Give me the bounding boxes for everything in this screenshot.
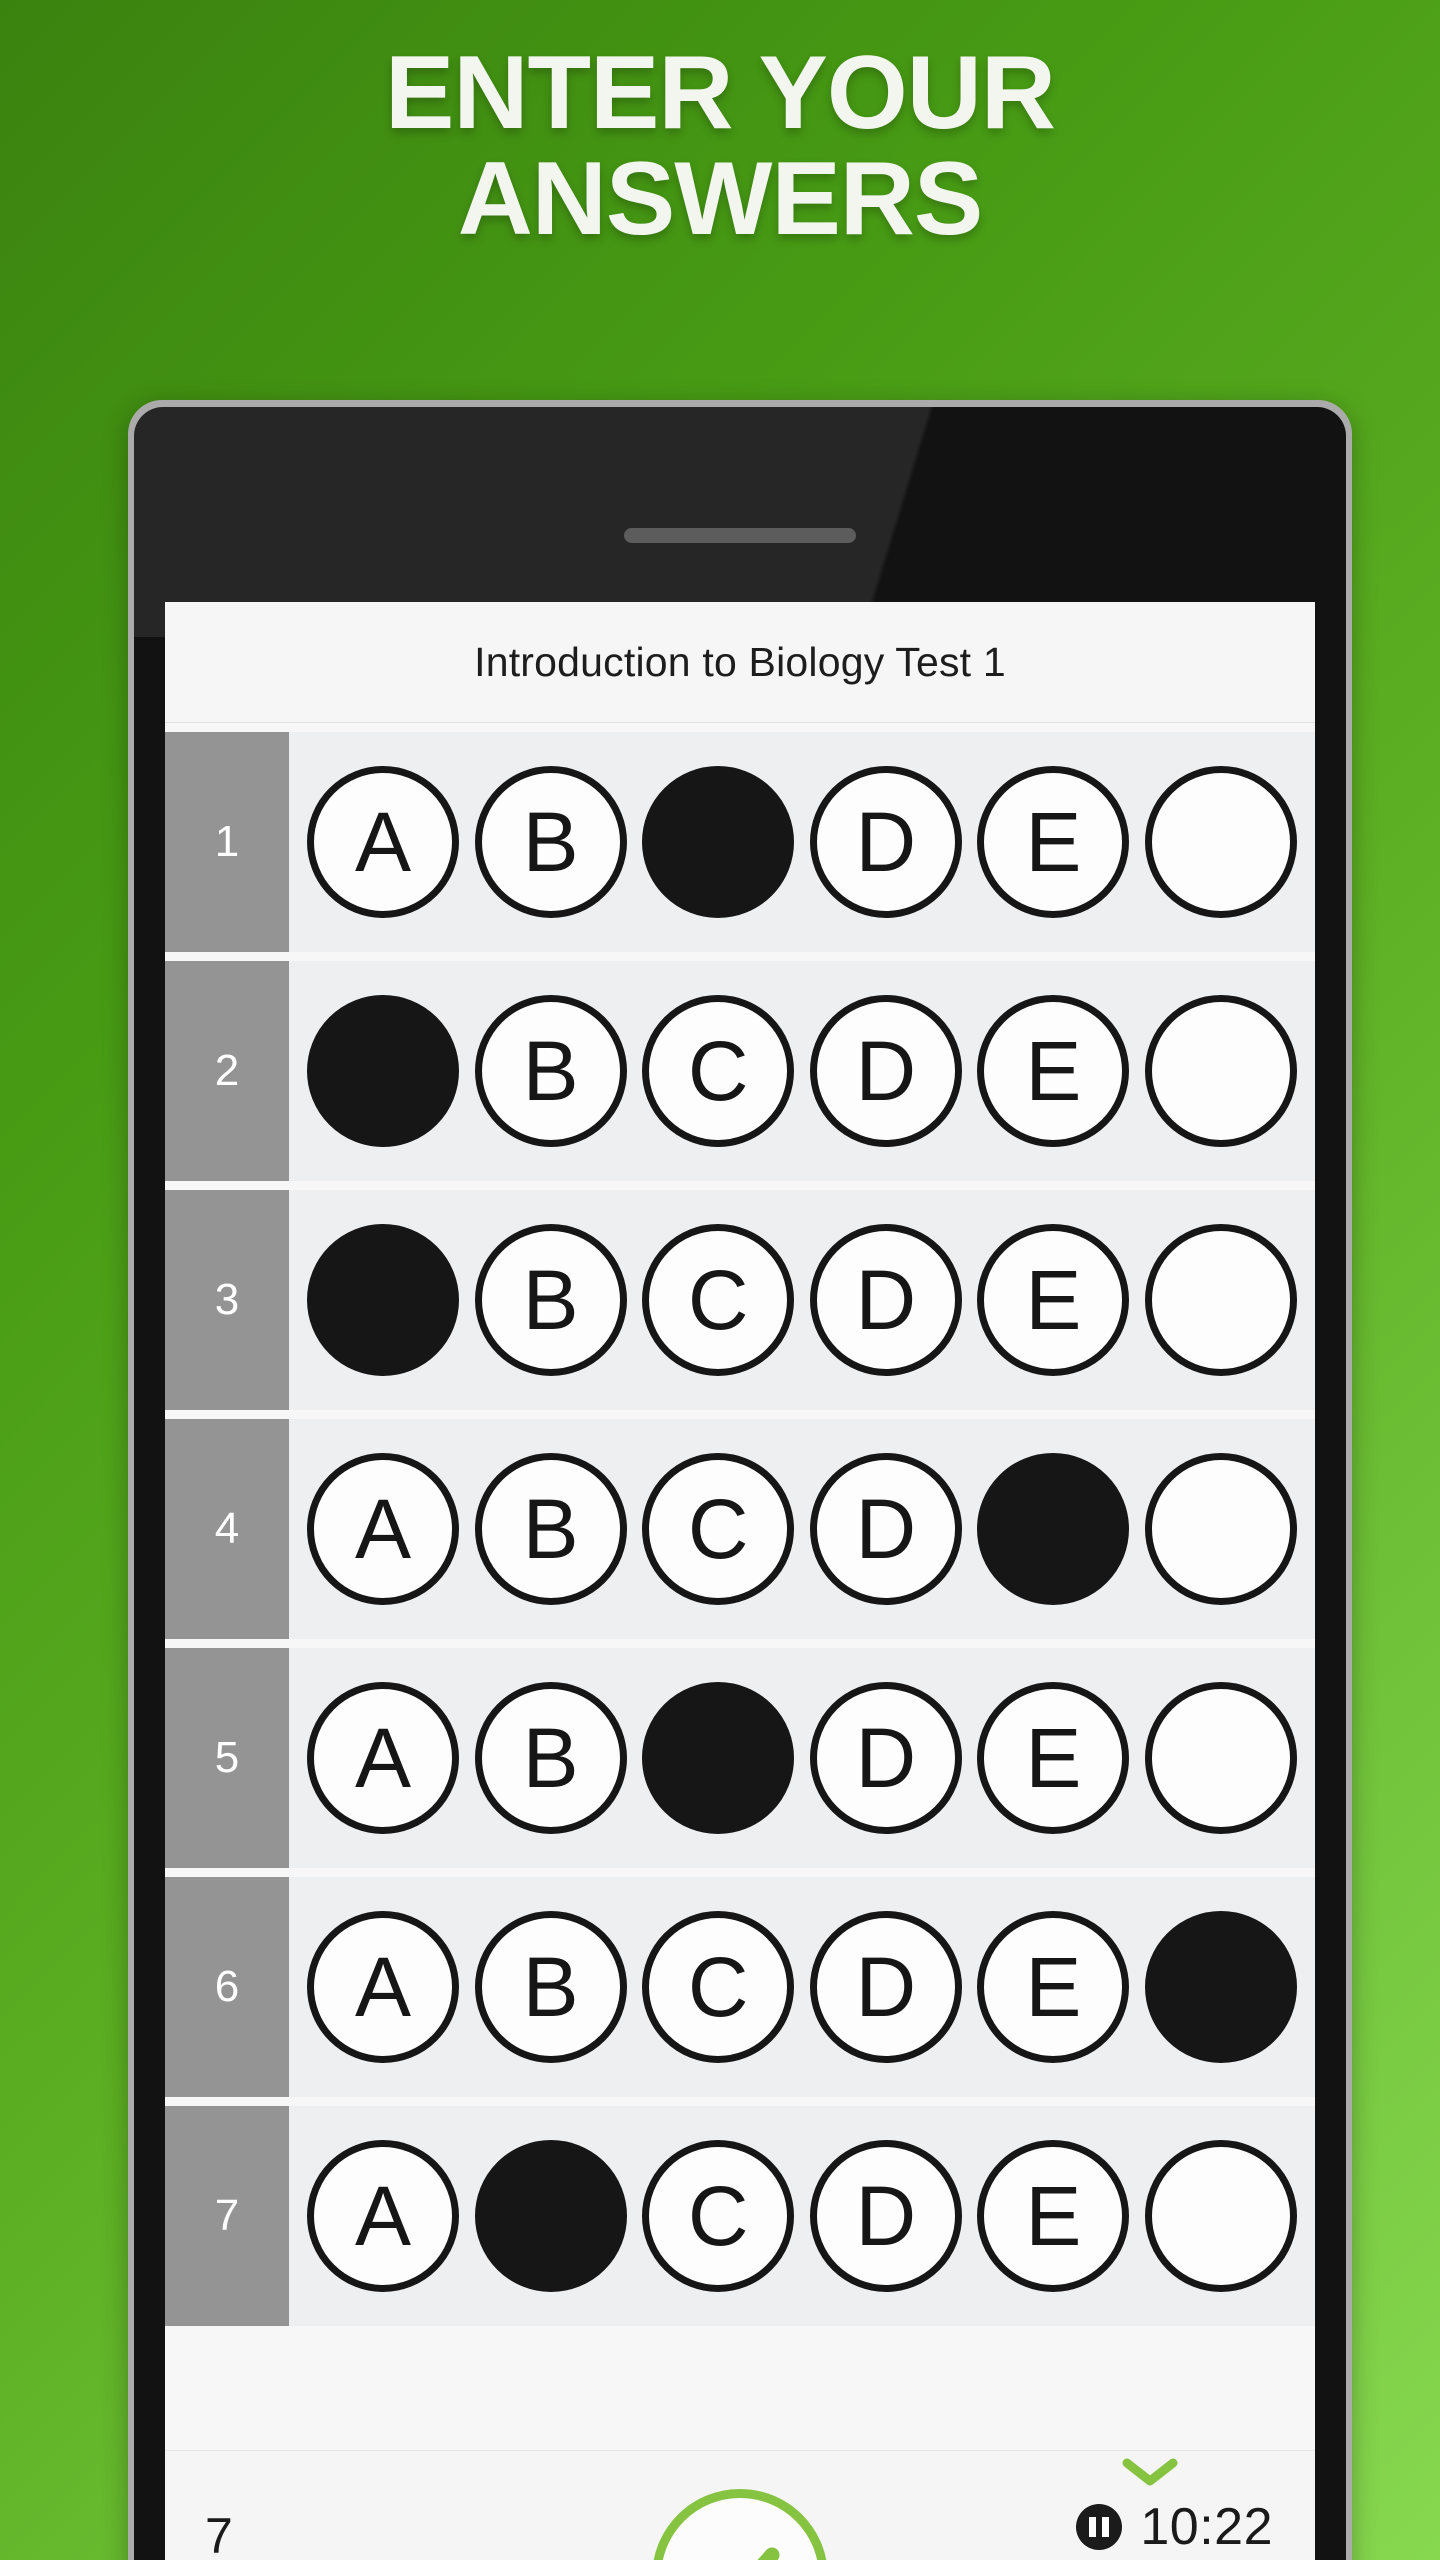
answer-bubble-B[interactable]: B: [474, 995, 627, 1147]
row-number: 3: [165, 1190, 289, 1410]
answer-choices: ABCDE: [289, 1190, 1315, 1410]
answer-bubble-A[interactable]: A: [307, 1682, 459, 1834]
answer-bubble-E[interactable]: E: [977, 1911, 1130, 2063]
submit-button[interactable]: [652, 2489, 828, 2560]
answer-bubble-C[interactable]: C: [642, 995, 795, 1147]
chevron-down-icon[interactable]: [1121, 2457, 1179, 2487]
answer-row: 4ABCDE: [165, 1419, 1315, 1639]
row-number: 2: [165, 961, 289, 1181]
answer-bubble-B[interactable]: B: [474, 1682, 627, 1834]
row-number: 1: [165, 732, 289, 952]
page-title: ENTER YOUR ANSWERS: [0, 40, 1440, 252]
answer-choices: ABCDE: [289, 2106, 1315, 2326]
app-bar: Introduction to Biology Test 1: [165, 602, 1315, 723]
answer-bubble-D[interactable]: D: [809, 2140, 962, 2292]
answer-bubble-blank[interactable]: [1144, 1224, 1297, 1376]
answer-bubble-D[interactable]: D: [809, 1911, 962, 2063]
phone-mockup: Introduction to Biology Test 1 1ABCDE2AB…: [128, 400, 1352, 2560]
answer-row: 1ABCDE: [165, 732, 1315, 952]
answer-bubble-D[interactable]: D: [809, 1682, 962, 1834]
answer-bubble-A[interactable]: A: [307, 1453, 459, 1605]
answer-choices: ABCDE: [289, 732, 1315, 952]
answer-bubble-A[interactable]: A: [307, 1224, 459, 1376]
answer-bubble-C[interactable]: C: [642, 1911, 795, 2063]
answer-bubble-D[interactable]: D: [809, 1453, 962, 1605]
answer-bubble-blank[interactable]: [1144, 1453, 1297, 1605]
answer-bubble-C[interactable]: C: [642, 2140, 795, 2292]
answer-bubble-B[interactable]: B: [474, 1224, 627, 1376]
answer-choices: ABCDE: [289, 961, 1315, 1181]
answer-bubble-E[interactable]: E: [977, 2140, 1130, 2292]
earpiece-speaker-icon: [624, 528, 856, 543]
answer-bubble-E[interactable]: E: [977, 1453, 1130, 1605]
timer-group[interactable]: 10:22: [1076, 2497, 1273, 2557]
answer-bubble-A[interactable]: A: [307, 2140, 459, 2292]
pause-icon[interactable]: [1076, 2504, 1123, 2550]
answer-bubble-D[interactable]: D: [809, 995, 962, 1147]
row-number: 4: [165, 1419, 289, 1639]
answer-choices: ABCDE: [289, 1648, 1315, 1868]
answer-row: 7ABCDE: [165, 2106, 1315, 2326]
answer-bubble-C[interactable]: C: [642, 766, 795, 918]
answer-bubble-B[interactable]: B: [474, 2140, 627, 2292]
answer-bubble-D[interactable]: D: [809, 1224, 962, 1376]
headline-line-2: ANSWERS: [457, 141, 984, 258]
check-icon: [757, 2547, 780, 2560]
answer-bubble-D[interactable]: D: [809, 766, 962, 918]
answer-bubble-C[interactable]: C: [642, 1682, 795, 1834]
answer-bubble-blank[interactable]: [1144, 2140, 1297, 2292]
answer-row: 3ABCDE: [165, 1190, 1315, 1410]
answer-bubble-B[interactable]: B: [474, 766, 627, 918]
test-title: Introduction to Biology Test 1: [474, 638, 1006, 685]
answer-bubble-E[interactable]: E: [977, 766, 1130, 918]
app-screen: Introduction to Biology Test 1 1ABCDE2AB…: [165, 602, 1315, 2560]
row-number: 5: [165, 1648, 289, 1868]
answer-choices: ABCDE: [289, 1419, 1315, 1639]
answer-bubble-C[interactable]: C: [642, 1224, 795, 1376]
answer-bubble-E[interactable]: E: [977, 995, 1130, 1147]
headline-line-1: ENTER YOUR: [385, 35, 1056, 151]
answer-bubble-blank[interactable]: [1144, 766, 1297, 918]
answer-bubble-C[interactable]: C: [642, 1453, 795, 1605]
answer-bubble-E[interactable]: E: [977, 1224, 1130, 1376]
answer-bubble-blank[interactable]: [1144, 995, 1297, 1147]
timer-text: 10:22: [1140, 2498, 1273, 2556]
answer-row: 6ABCDE: [165, 1877, 1315, 2097]
answer-bubble-A[interactable]: A: [307, 995, 459, 1147]
answered-count: 7: [205, 2508, 233, 2560]
answer-row: 5ABCDE: [165, 1648, 1315, 1868]
bottom-bar: 7 10:22: [165, 2450, 1315, 2560]
answer-choices: ABCDE: [289, 1877, 1315, 2097]
answer-bubble-A[interactable]: A: [307, 766, 459, 918]
answer-row: 2ABCDE: [165, 961, 1315, 1181]
answer-bubble-B[interactable]: B: [474, 1453, 627, 1605]
answer-bubble-blank[interactable]: [1144, 1682, 1297, 1834]
answer-bubble-blank[interactable]: [1144, 1911, 1297, 2063]
answer-bubble-B[interactable]: B: [474, 1911, 627, 2063]
answer-bubble-A[interactable]: A: [307, 1911, 459, 2063]
row-number: 7: [165, 2106, 289, 2326]
answer-sheet: 1ABCDE2ABCDE3ABCDE4ABCDE5ABCDE6ABCDE7ABC…: [165, 723, 1315, 2326]
phone-body: Introduction to Biology Test 1 1ABCDE2AB…: [134, 407, 1346, 2560]
answer-bubble-E[interactable]: E: [977, 1682, 1130, 1834]
row-number: 6: [165, 1877, 289, 2097]
promo-screenshot: ENTER YOUR ANSWERS Introduction to Biolo…: [0, 0, 1440, 2560]
